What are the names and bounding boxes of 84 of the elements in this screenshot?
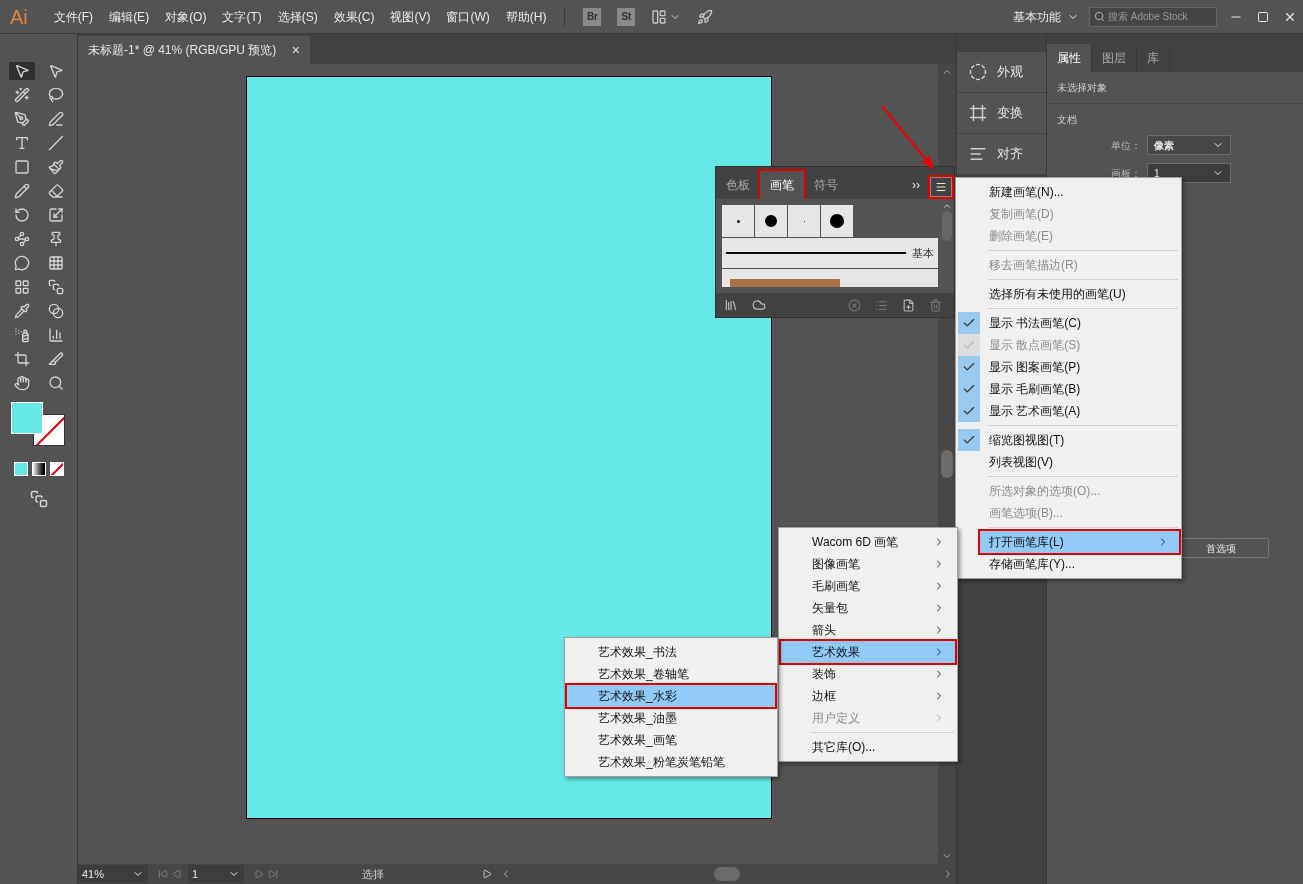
panel-tab[interactable]: 色板: [716, 171, 760, 199]
app-logo: Ai: [10, 4, 28, 30]
status-text: 选择: [362, 866, 385, 882]
gradient-mode-button[interactable]: [31, 462, 46, 476]
menu-item[interactable]: 装饰: [781, 663, 955, 685]
panel-tab[interactable]: 库: [1137, 44, 1170, 72]
selection-tool-icon[interactable]: [8, 62, 35, 80]
menu-item[interactable]: 艺术效果_油墨: [567, 707, 775, 729]
menu-item[interactable]: 艺术效果_卷轴笔: [567, 663, 775, 685]
scroll-thumb[interactable]: [714, 867, 740, 881]
menu-item[interactable]: 帮助(H): [497, 7, 555, 26]
brush-swatch[interactable]: [722, 205, 754, 237]
menu-item[interactable]: 艺术效果_画笔: [567, 729, 775, 751]
workspace-switcher[interactable]: 基本功能: [1013, 7, 1079, 26]
cloud-icon[interactable]: [752, 298, 766, 312]
menu-item[interactable]: 视图(V): [382, 7, 439, 26]
menu-item[interactable]: 编辑(E): [101, 7, 158, 26]
menu-item[interactable]: 文件(F): [45, 7, 102, 26]
menu-item[interactable]: 对象(O): [157, 7, 215, 26]
rocket-icon[interactable]: [697, 8, 714, 25]
zoom-field[interactable]: 41%: [78, 865, 148, 883]
menu-item[interactable]: 显示 书法画笔(C): [980, 312, 1179, 334]
panel-tab[interactable]: 画笔: [760, 171, 804, 199]
menu-item[interactable]: 艺术效果_书法: [567, 641, 775, 663]
transform-icon: [969, 104, 987, 122]
menu-item[interactable]: 艺术效果_水彩: [567, 685, 775, 707]
panel-menu-button[interactable]: [930, 177, 952, 197]
menu-item[interactable]: 矢量包: [781, 597, 955, 619]
menu-item[interactable]: 文字(T): [214, 7, 270, 26]
menu-item[interactable]: 缩览图视图(T): [980, 429, 1179, 451]
play-icon[interactable]: [482, 869, 492, 879]
selection-status: 未选择对象: [1047, 72, 1303, 104]
menu-item[interactable]: 选择(S): [269, 7, 326, 26]
bridge-button[interactable]: Br: [583, 7, 602, 26]
menu-item[interactable]: 艺术效果_粉笔炭笔铅笔: [567, 751, 775, 773]
panel-overflow-button[interactable]: ››: [912, 171, 920, 199]
chevron-up-icon[interactable]: [942, 201, 952, 211]
search-field[interactable]: 搜索 Adobe Stock: [1089, 6, 1217, 27]
panel-tab[interactable]: 符号: [804, 171, 848, 199]
page-field[interactable]: 1: [188, 865, 244, 883]
brush-swatch[interactable]: [755, 205, 787, 237]
menu-item[interactable]: 箭头: [781, 619, 955, 641]
stock-button[interactable]: St: [617, 7, 636, 26]
color-mode-button[interactable]: [13, 462, 28, 476]
none-mode-button[interactable]: [49, 462, 64, 476]
brush-library-icon[interactable]: [724, 298, 738, 312]
unit-label: 单位：: [1111, 138, 1141, 153]
menu-item[interactable]: 毛刷画笔: [781, 575, 955, 597]
menu-item[interactable]: 显示 毛刷画笔(B): [980, 378, 1179, 400]
menu-item[interactable]: 效果(C): [325, 7, 383, 26]
menu-item[interactable]: 新建画笔(N)...: [980, 181, 1179, 203]
maximize-icon[interactable]: [1257, 10, 1269, 23]
unit-dropdown[interactable]: 像素: [1147, 135, 1231, 155]
menu-item[interactable]: 显示 图案画笔(P): [980, 356, 1179, 378]
brush-swatch[interactable]: [821, 205, 853, 237]
menu-item[interactable]: 艺术效果: [781, 641, 955, 663]
dock-panel-button[interactable]: 外观: [957, 52, 1046, 92]
new-brush-icon[interactable]: [902, 298, 915, 312]
appearance-icon: [969, 63, 987, 81]
menu-item[interactable]: 窗口(W): [438, 7, 498, 26]
panel-tab[interactable]: 属性: [1047, 44, 1092, 72]
panel-tab[interactable]: 图层: [1092, 44, 1137, 72]
document-tab[interactable]: 未标题-1* @ 41% (RGB/GPU 预览) ×: [78, 36, 310, 64]
menu-item[interactable]: 显示 艺术画笔(A): [980, 400, 1179, 422]
dock-panel-button[interactable]: 变换: [957, 93, 1046, 133]
annotation-arrow: [880, 104, 936, 170]
tab-close-button[interactable]: ×: [291, 39, 300, 61]
brush-swatch[interactable]: 基本: [722, 238, 938, 268]
menu-icon: [935, 181, 947, 193]
section-title: 文档: [1056, 113, 1078, 127]
menu-item[interactable]: 列表视图(V): [980, 451, 1179, 473]
scroll-thumb[interactable]: [941, 450, 953, 478]
search-icon: [1094, 11, 1105, 22]
menu-item[interactable]: 图像画笔: [781, 553, 955, 575]
menu-item[interactable]: Wacom 6D 画笔: [781, 531, 955, 553]
layout-icon[interactable]: [651, 8, 668, 25]
menu-item[interactable]: 其它库(O)...: [781, 736, 955, 758]
dock-panel-button[interactable]: 对齐: [957, 134, 1046, 174]
menu-item[interactable]: 边框: [781, 685, 955, 707]
menu-item[interactable]: 选择所有未使用的画笔(U): [980, 283, 1179, 305]
border-brush-swatch[interactable]: [722, 269, 938, 287]
menu-item[interactable]: 打开画笔库(L): [980, 531, 1179, 553]
brush-swatch[interactable]: [788, 205, 820, 237]
align-icon: [969, 145, 987, 163]
